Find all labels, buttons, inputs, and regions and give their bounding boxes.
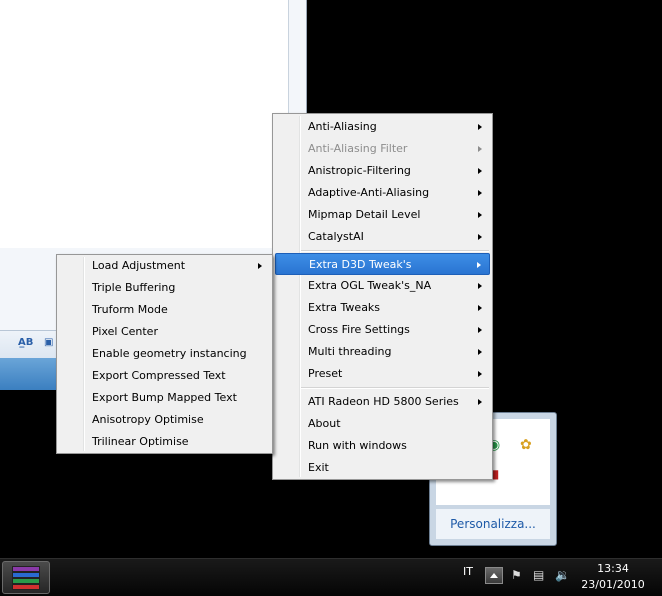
tray-context-menu: Anti-Aliasing Anti-Aliasing Filter Anist… [272,113,493,480]
submenu-item-pixel-center[interactable]: Pixel Center [59,321,270,343]
menu-item-label: Export Compressed Text [92,369,226,382]
menu-item-cross-fire-settings[interactable]: Cross Fire Settings [275,319,490,341]
taskbar-app-button[interactable] [2,561,50,594]
menu-item-label: Truform Mode [92,303,168,316]
submenu-item-export-bump-mapped-text[interactable]: Export Bump Mapped Text [59,387,270,409]
submenu-arrow-icon [478,283,482,289]
menu-item-about[interactable]: About [275,413,490,435]
document-area [0,0,289,248]
menu-item-exit[interactable]: Exit [275,457,490,479]
menu-item-label: ATI Radeon HD 5800 Series [308,395,459,408]
menu-item-extra-d3d-tweaks[interactable]: Extra D3D Tweak's [275,253,490,275]
menu-item-label: Anti-Aliasing Filter [308,142,408,155]
menu-item-label: Exit [308,461,329,474]
menu-item-label: Anistropic-Filtering [308,164,411,177]
menu-item-anti-aliasing-filter: Anti-Aliasing Filter [275,138,490,160]
submenu-arrow-icon [478,234,482,240]
menu-separator [301,250,489,252]
submenu-item-truform-mode[interactable]: Truform Mode [59,299,270,321]
bee-icon[interactable]: ✿ [520,437,532,453]
submenu-arrow-icon [478,327,482,333]
submenu-arrow-icon [258,263,262,269]
menu-item-mipmap-detail-level[interactable]: Mipmap Detail Level [275,204,490,226]
submenu-arrow-icon [478,305,482,311]
submenu-arrow-icon [478,190,482,196]
extra-d3d-tweaks-submenu: Load Adjustment Triple Buffering Truform… [56,254,273,454]
menu-item-label: Triple Buffering [92,281,176,294]
notification-area: IT ⚑ ▤ 🔉 13:34 23/01/2010 [442,559,662,596]
submenu-arrow-icon [477,262,481,268]
winrar-icon [12,566,40,590]
submenu-arrow-icon [478,124,482,130]
volume-icon[interactable]: 🔉 [555,568,570,582]
menu-item-label: Adaptive-Anti-Aliasing [308,186,430,199]
submenu-item-triple-buffering[interactable]: Triple Buffering [59,277,270,299]
menu-item-label: Export Bump Mapped Text [92,391,237,404]
network-icon[interactable]: ▤ [533,568,544,582]
menu-item-label: Anti-Aliasing [308,120,377,133]
taskbar: IT ⚑ ▤ 🔉 13:34 23/01/2010 [0,558,662,596]
menu-item-label: Extra OGL Tweak's_NA [308,279,432,292]
menu-item-label: Preset [308,367,343,380]
menu-item-label: Trilinear Optimise [92,435,189,448]
clock-time[interactable]: 13:34 [578,562,648,575]
menu-item-label: Run with windows [308,439,407,452]
customize-link[interactable]: Personalizza... [436,509,550,539]
menu-item-anti-aliasing[interactable]: Anti-Aliasing [275,116,490,138]
spellcheck-icon[interactable]: A̲B [18,337,34,353]
submenu-arrow-icon [478,399,482,405]
menu-item-label: Enable geometry instancing [92,347,247,360]
menu-item-run-with-windows[interactable]: Run with windows [275,435,490,457]
menu-separator [301,387,489,389]
menu-item-multi-threading[interactable]: Multi threading [275,341,490,363]
submenu-item-export-compressed-text[interactable]: Export Compressed Text [59,365,270,387]
submenu-arrow-icon [478,212,482,218]
show-hidden-icons-button[interactable] [485,567,503,584]
submenu-arrow-icon [478,168,482,174]
menu-item-extra-ogl-tweaks[interactable]: Extra OGL Tweak's_NA [275,275,490,297]
menu-item-label: Extra Tweaks [308,301,381,314]
menu-item-label: Mipmap Detail Level [308,208,421,221]
menu-item-label: Extra D3D Tweak's [309,258,412,271]
menu-item-label: Pixel Center [92,325,158,338]
menu-item-ati-radeon-hd-5800-series[interactable]: ATI Radeon HD 5800 Series [275,391,490,413]
menu-item-extra-tweaks[interactable]: Extra Tweaks [275,297,490,319]
submenu-arrow-icon [478,349,482,355]
menu-item-label: Load Adjustment [92,259,186,272]
submenu-arrow-icon [478,371,482,377]
menu-item-label: Cross Fire Settings [308,323,410,336]
menu-item-label: Multi threading [308,345,392,358]
submenu-item-enable-geometry-instancing[interactable]: Enable geometry instancing [59,343,270,365]
menu-item-anisotropic-filtering[interactable]: Anistropic-Filtering [275,160,490,182]
submenu-item-anisotropy-optimise[interactable]: Anisotropy Optimise [59,409,270,431]
menu-item-label: CatalystAI [308,230,364,243]
action-center-flag-icon[interactable]: ⚑ [511,568,522,582]
menu-item-label: About [308,417,341,430]
submenu-arrow-icon [478,146,482,152]
language-indicator[interactable]: IT [463,565,473,578]
submenu-item-trilinear-optimise[interactable]: Trilinear Optimise [59,431,270,453]
menu-item-adaptive-anti-aliasing[interactable]: Adaptive-Anti-Aliasing [275,182,490,204]
clock-date[interactable]: 23/01/2010 [578,578,648,591]
menu-item-preset[interactable]: Preset [275,363,490,385]
menu-item-catalystai[interactable]: CatalystAI [275,226,490,248]
submenu-item-load-adjustment[interactable]: Load Adjustment [59,255,270,277]
menu-item-label: Anisotropy Optimise [92,413,204,426]
